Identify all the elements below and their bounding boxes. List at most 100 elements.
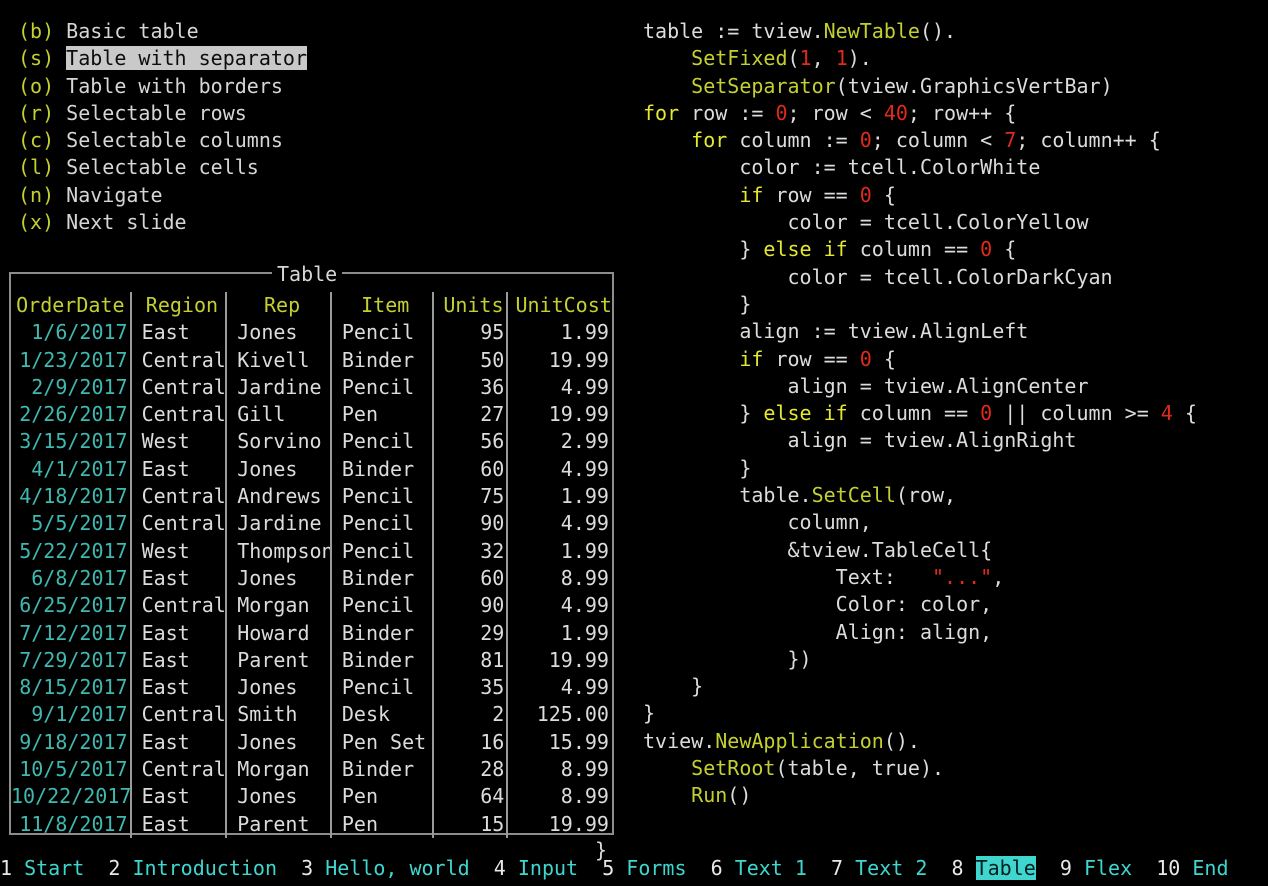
table-cell[interactable]: 81 [441, 647, 507, 674]
menu-item-selectable-cells[interactable]: (l) Selectable cells [18, 154, 618, 181]
menu-item-navigate[interactable]: (n) Navigate [18, 182, 618, 209]
table-cell[interactable]: Central [139, 401, 226, 428]
table-cell[interactable]: 1/6/2017 [11, 319, 130, 346]
table-cell[interactable]: Pencil [339, 674, 432, 701]
table-cell[interactable]: Jones [234, 674, 330, 701]
table-cell[interactable]: Morgan [234, 756, 330, 783]
menu-item-basic-table[interactable]: (b) Basic table [18, 18, 618, 45]
table-cell[interactable]: Parent [234, 811, 330, 838]
table-cell[interactable]: 2 [441, 701, 507, 728]
status-item-introduction[interactable]: 2 Introduction [108, 856, 277, 880]
table-cell[interactable]: 28 [441, 756, 507, 783]
table-cell[interactable]: Central [139, 756, 226, 783]
status-item-input[interactable]: 4 Input [494, 856, 578, 880]
table-cell[interactable]: 90 [441, 510, 507, 537]
table-cell[interactable]: 60 [441, 456, 507, 483]
table-row[interactable]: 11/8/2017 East Parent Pen 15 19.99 [11, 810, 612, 838]
table-cell[interactable]: 1/23/2017 [11, 347, 130, 374]
table-row[interactable]: 4/18/2017 Central Andrews Pencil 75 1.99 [11, 483, 612, 511]
table-cell[interactable]: Smith [234, 701, 330, 728]
table-cell[interactable]: 8.99 [515, 783, 612, 810]
table-cell[interactable]: 15.99 [515, 729, 612, 756]
table-cell[interactable]: Pencil [339, 428, 432, 455]
table-cell[interactable]: 4.99 [515, 674, 612, 701]
table-cell[interactable]: 4.99 [515, 592, 612, 619]
table-row[interactable]: 2/9/2017 Central Jardine Pencil 36 4.99 [11, 373, 612, 402]
table-row[interactable]: 3/15/2017 West Sorvino Pencil 56 2.99 [11, 428, 612, 456]
table-cell[interactable]: 10/5/2017 [11, 756, 130, 783]
table-cell[interactable]: 3/15/2017 [11, 428, 130, 455]
table-cell[interactable]: West [139, 428, 226, 455]
table-cell[interactable]: 8.99 [515, 756, 612, 783]
table-cell[interactable]: Central [139, 701, 226, 728]
table-cell[interactable]: 90 [441, 592, 507, 619]
table-cell[interactable]: 9/1/2017 [11, 701, 130, 728]
table-cell[interactable]: Kivell [234, 347, 330, 374]
table-row[interactable]: 6/25/2017 Central Morgan Pencil 90 4.99 [11, 592, 612, 620]
table-cell[interactable]: Central [139, 483, 226, 510]
table-row[interactable]: 2/26/2017 Central Gill Pen 27 19.99 [11, 401, 612, 429]
table-cell[interactable]: 27 [441, 401, 507, 428]
table-cell[interactable]: 75 [441, 483, 507, 510]
table-cell[interactable]: 29 [441, 620, 507, 647]
table-cell[interactable]: Andrews [234, 483, 330, 510]
table-cell[interactable]: Morgan [234, 592, 330, 619]
table-cell[interactable]: 5/5/2017 [11, 510, 130, 537]
table-cell[interactable]: Central [139, 592, 226, 619]
table-cell[interactable]: 19.99 [515, 401, 612, 428]
table-row[interactable]: 4/1/2017 East Jones Binder 60 4.99 [11, 455, 612, 484]
table-cell[interactable]: 4.99 [515, 456, 612, 483]
table-cell[interactable]: Pencil [339, 592, 432, 619]
status-item-text-2[interactable]: 7 Text 2 [831, 856, 927, 880]
table-cell[interactable]: 4/18/2017 [11, 483, 130, 510]
table-cell[interactable]: Pencil [339, 510, 432, 537]
table-row[interactable]: 9/1/2017 Central Smith Desk 2 125.00 [11, 701, 612, 729]
table-cell[interactable]: 9/18/2017 [11, 729, 130, 756]
table-cell[interactable]: 2/26/2017 [11, 401, 130, 428]
table-header-cell[interactable]: Rep [234, 292, 330, 319]
table-cell[interactable]: 64 [441, 783, 507, 810]
table-cell[interactable]: 15 [441, 811, 507, 838]
table-cell[interactable]: Binder [339, 647, 432, 674]
table-header-cell[interactable]: Item [339, 292, 432, 319]
table-cell[interactable]: Desk [339, 701, 432, 728]
table-cell[interactable]: 60 [441, 565, 507, 592]
status-item-flex[interactable]: 9 Flex [1060, 856, 1132, 880]
table-cell[interactable]: 16 [441, 729, 507, 756]
status-item-table[interactable]: 8 Table [951, 856, 1036, 880]
status-item-hello-world[interactable]: 3 Hello, world [301, 856, 470, 880]
table-cell[interactable]: 11/8/2017 [11, 811, 130, 838]
status-item-text-1[interactable]: 6 Text 1 [711, 856, 807, 880]
table-cell[interactable]: East [139, 729, 226, 756]
table-header-cell[interactable]: Units [441, 292, 507, 319]
table-row[interactable]: 7/29/2017 East Parent Binder 81 19.99 [11, 646, 612, 675]
table-cell[interactable]: Jones [234, 729, 330, 756]
status-item-start[interactable]: 1 Start [0, 856, 84, 880]
table-cell[interactable]: Central [139, 347, 226, 374]
table-row[interactable]: 5/5/2017 Central Jardine Pencil 90 4.99 [11, 510, 612, 538]
table-cell[interactable]: Jones [234, 565, 330, 592]
table-cell[interactable]: 32 [441, 538, 507, 565]
menu-item-next-slide[interactable]: (x) Next slide [18, 209, 618, 236]
menu-item-table-with-separator[interactable]: (s) Table with separator [18, 45, 618, 72]
table-cell[interactable]: East [139, 811, 226, 838]
table-cell[interactable]: Pen [339, 811, 432, 838]
table-row[interactable]: 6/8/2017 East Jones Binder 60 8.99 [11, 564, 612, 593]
table-cell[interactable]: Jones [234, 456, 330, 483]
table-cell[interactable]: 5/22/2017 [11, 538, 130, 565]
table-cell[interactable]: 35 [441, 674, 507, 701]
table-cell[interactable]: Jones [234, 783, 330, 810]
table-cell[interactable]: East [139, 647, 226, 674]
table-row[interactable]: 5/22/2017 West Thompson Pencil 32 1.99 [11, 537, 612, 565]
table-cell[interactable]: Pen [339, 401, 432, 428]
table-cell[interactable]: 6/25/2017 [11, 592, 130, 619]
table-cell[interactable]: Thompson [234, 538, 330, 565]
table-row[interactable]: 1/6/2017 East Jones Pencil 95 1.99 [11, 319, 612, 347]
table-cell[interactable]: 1.99 [515, 538, 612, 565]
table-cell[interactable]: 19.99 [515, 647, 612, 674]
table-cell[interactable]: 125.00 [515, 701, 612, 728]
table-cell[interactable]: 4/1/2017 [11, 456, 130, 483]
table-row[interactable]: 7/12/2017 East Howard Binder 29 1.99 [11, 619, 612, 647]
table-cell[interactable]: Gill [234, 401, 330, 428]
table-cell[interactable]: 10/22/2017 [11, 783, 130, 810]
